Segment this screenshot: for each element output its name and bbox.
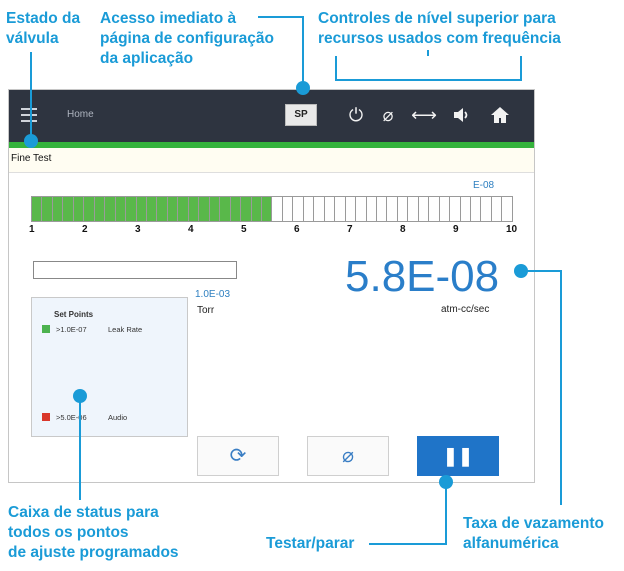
callout-lines bbox=[24, 16, 562, 545]
